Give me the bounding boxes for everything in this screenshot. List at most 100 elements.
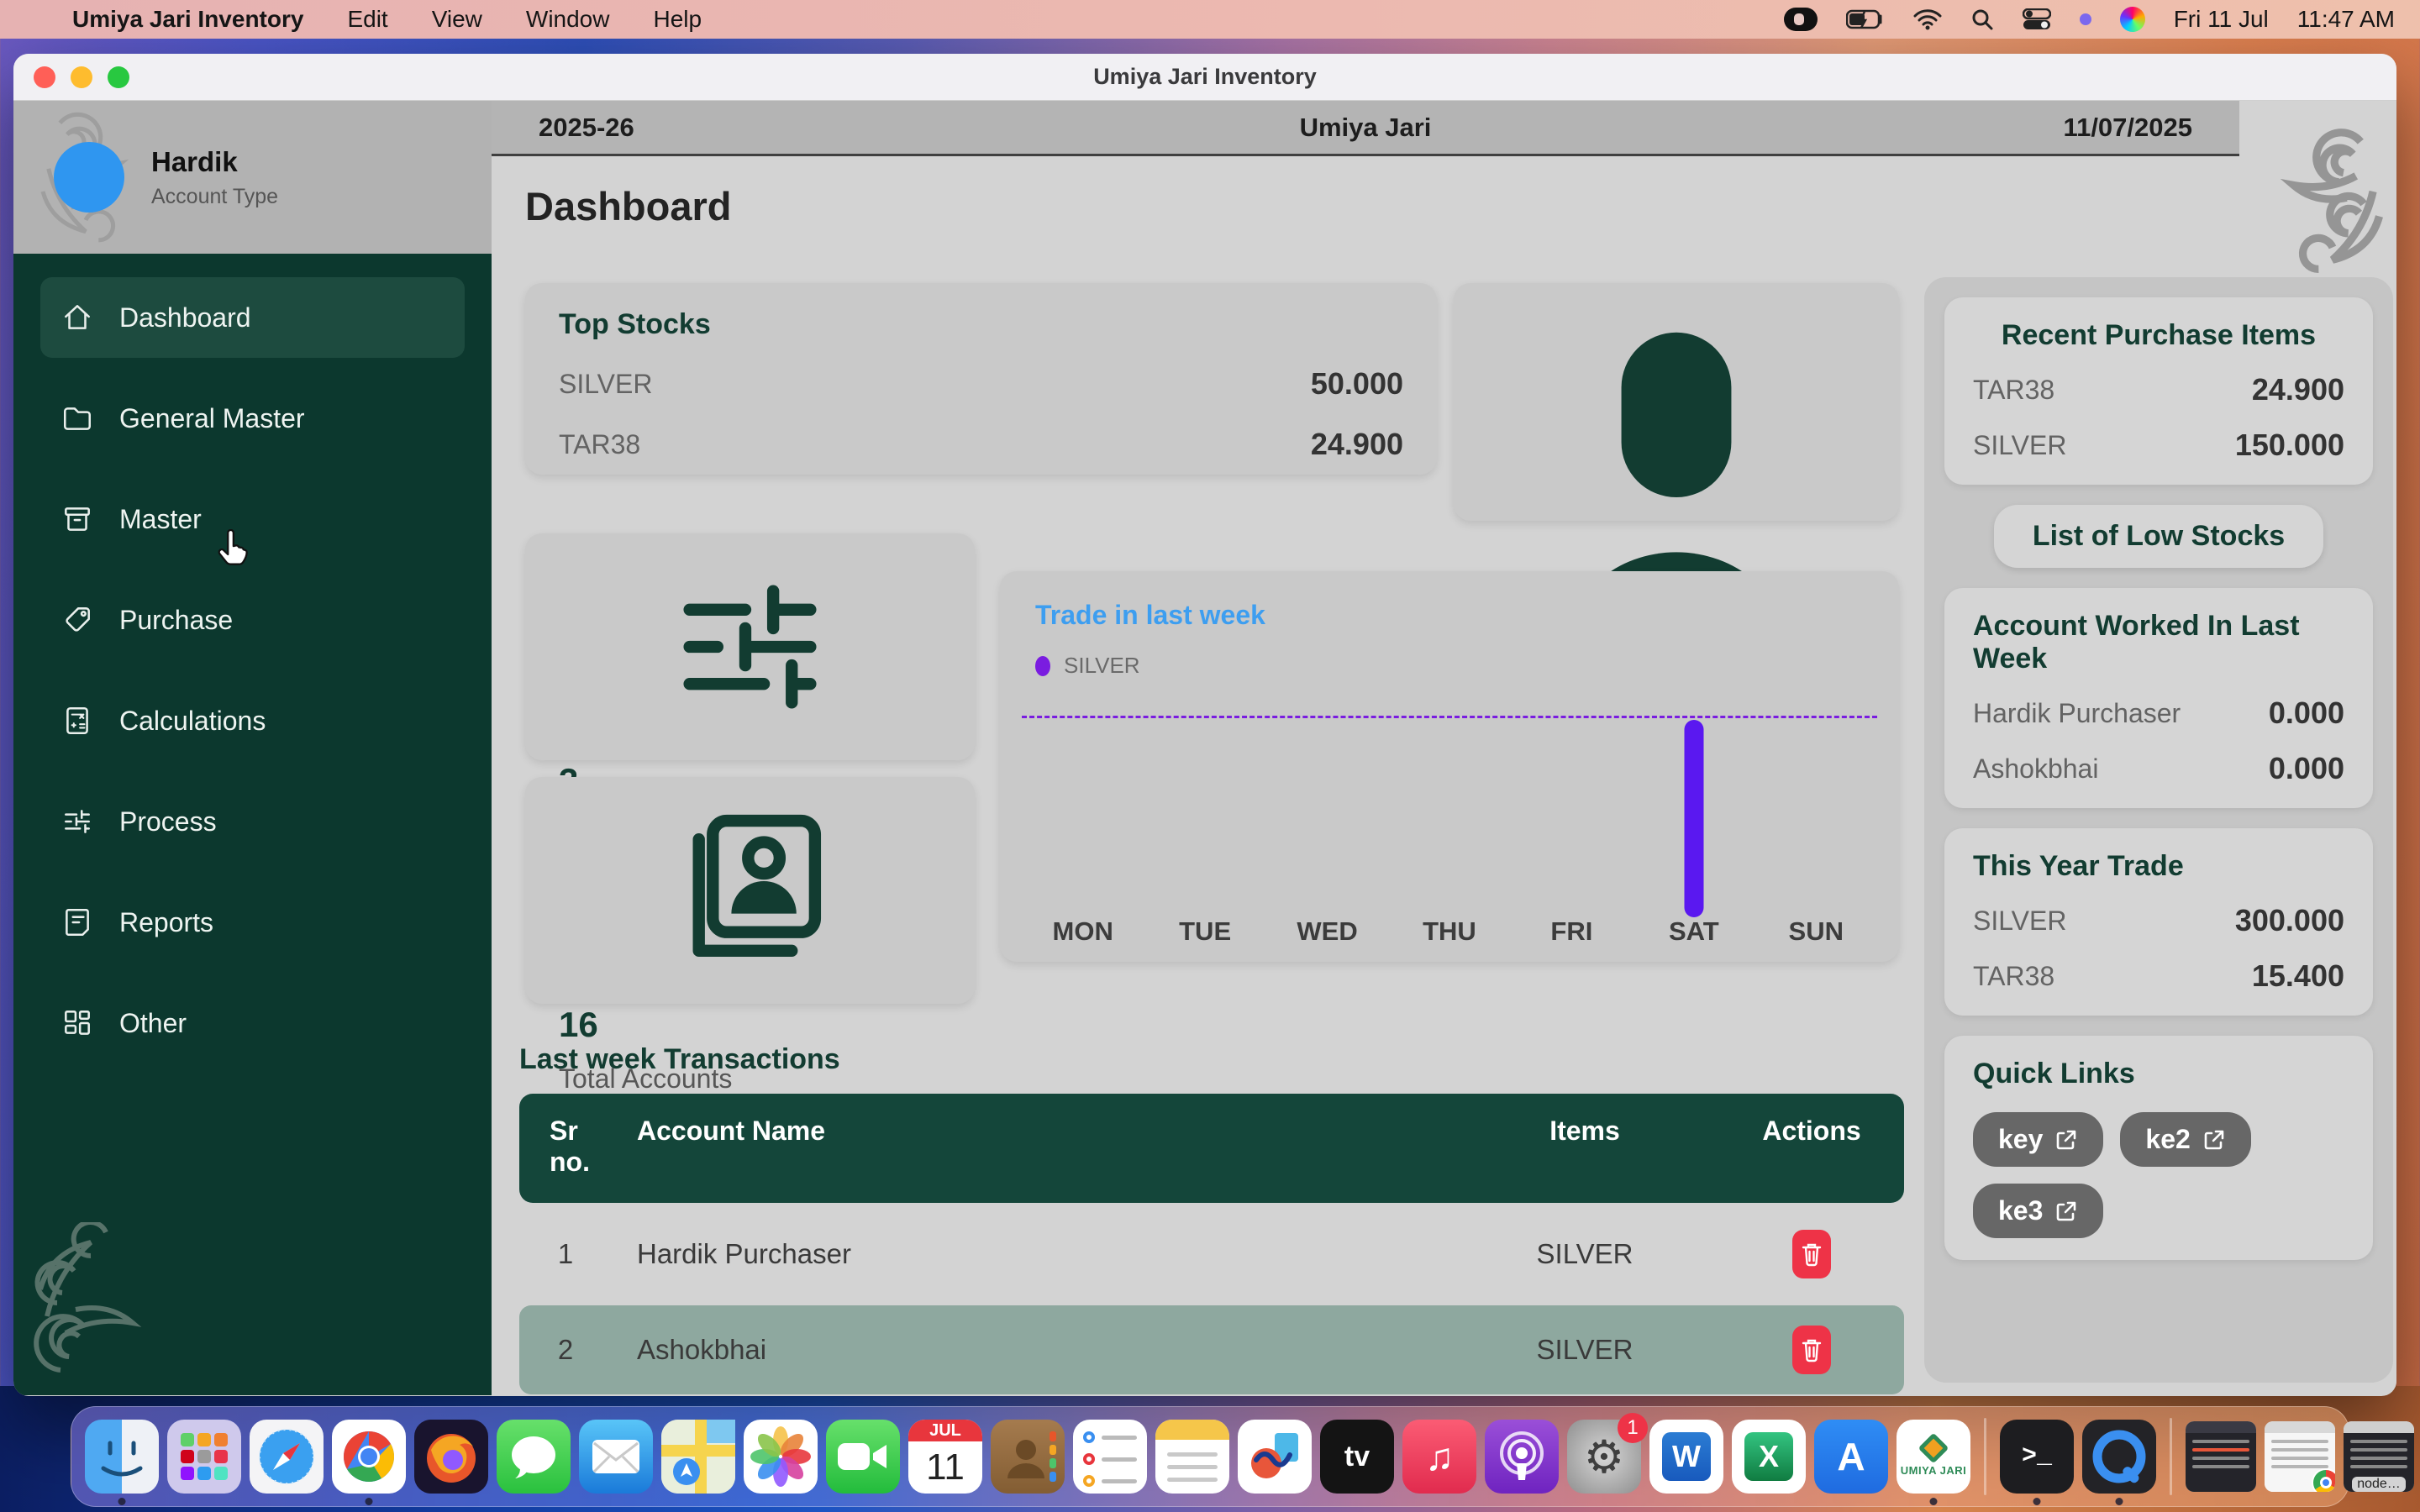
recent-purchase-card: Recent Purchase Items TAR3824.900 SILVER… bbox=[1944, 297, 2373, 485]
dock-photos-icon[interactable] bbox=[744, 1420, 818, 1494]
quick-links-card: Quick Links key ke2 ke3 bbox=[1944, 1036, 2373, 1260]
dock-firefox-icon[interactable] bbox=[414, 1420, 488, 1494]
sidebar-item-process[interactable]: Process bbox=[40, 781, 465, 862]
stock-value: 24.900 bbox=[1311, 427, 1403, 462]
close-window-button[interactable] bbox=[34, 66, 55, 88]
dock-facetime-icon[interactable] bbox=[826, 1420, 900, 1494]
quick-link-label: key bbox=[1998, 1124, 2043, 1155]
control-center-icon[interactable] bbox=[2023, 8, 2051, 30]
dock-quicktime-icon[interactable] bbox=[2082, 1420, 2156, 1494]
dock-freeform-icon[interactable] bbox=[1238, 1420, 1312, 1494]
dock-word-icon[interactable]: W bbox=[1649, 1420, 1723, 1494]
decorative-flourish bbox=[24, 1222, 192, 1390]
spotlight-search-icon[interactable] bbox=[1970, 8, 1994, 31]
external-link-icon bbox=[2054, 1200, 2078, 1223]
external-link-icon bbox=[2202, 1128, 2226, 1152]
dock-appstore-icon[interactable]: A bbox=[1814, 1420, 1888, 1494]
dock-mail-icon[interactable] bbox=[579, 1420, 653, 1494]
sidebar-item-general-master[interactable]: General Master bbox=[40, 378, 465, 459]
trade-label: SILVER bbox=[1973, 906, 2066, 937]
menu-item-view[interactable]: View bbox=[432, 6, 482, 33]
stock-value: 50.000 bbox=[1311, 366, 1403, 402]
menu-item-help[interactable]: Help bbox=[653, 6, 702, 33]
sidebar-item-calculations[interactable]: Calculations bbox=[40, 680, 465, 761]
right-panel: Recent Purchase Items TAR3824.900 SILVER… bbox=[1924, 277, 2393, 1383]
dock-settings-icon[interactable]: ⚙ 1 bbox=[1567, 1420, 1641, 1494]
siri-icon[interactable] bbox=[2120, 7, 2145, 32]
folder-icon bbox=[60, 402, 94, 435]
wifi-icon[interactable] bbox=[1913, 8, 1942, 30]
menu-app-name[interactable]: Umiya Jari Inventory bbox=[72, 6, 303, 33]
column-header-account: Account Name bbox=[612, 1116, 1450, 1147]
zoom-window-button[interactable] bbox=[108, 66, 129, 88]
dock-separator bbox=[2170, 1418, 2172, 1495]
legend-dot-icon bbox=[1035, 656, 1050, 676]
minimized-window-screenshot[interactable] bbox=[2186, 1421, 2256, 1492]
chart-legend: SILVER bbox=[1035, 653, 1864, 679]
trade-value: 15.400 bbox=[2252, 958, 2344, 994]
menu-clock-time[interactable]: 11:47 AM bbox=[2297, 6, 2395, 33]
cell-sr: 2 bbox=[519, 1334, 612, 1366]
chart-day-label: WED bbox=[1266, 916, 1388, 947]
cell-items: SILVER bbox=[1450, 1238, 1719, 1270]
delete-row-button[interactable] bbox=[1792, 1326, 1831, 1374]
dock-chrome-icon[interactable] bbox=[332, 1420, 406, 1494]
dock-finder-icon[interactable] bbox=[85, 1420, 159, 1494]
quick-link-label: ke2 bbox=[2145, 1124, 2190, 1155]
dock-umiya-jari-icon[interactable]: UMIYA JARI bbox=[1897, 1420, 1970, 1494]
menu-item-window[interactable]: Window bbox=[526, 6, 610, 33]
stock-label: SILVER bbox=[559, 369, 652, 400]
minimize-window-button[interactable] bbox=[71, 66, 92, 88]
window-titlebar[interactable]: Umiya Jari Inventory bbox=[13, 54, 2396, 101]
sidebar-item-purchase[interactable]: Purchase bbox=[40, 580, 465, 660]
table-row: 1 Hardik Purchaser SILVER bbox=[519, 1210, 1904, 1299]
low-stocks-button[interactable]: List of Low Stocks bbox=[1994, 505, 2323, 568]
dock-reminders-icon[interactable] bbox=[1073, 1420, 1147, 1494]
chart-day-label: FRI bbox=[1511, 916, 1633, 947]
sliders-icon bbox=[60, 805, 94, 838]
quick-link-key[interactable]: key bbox=[1973, 1112, 2103, 1167]
dock-maps-icon[interactable] bbox=[661, 1420, 735, 1494]
transactions-table: Sr no. Account Name Items Actions 1 Hard… bbox=[519, 1094, 1904, 1394]
calculator-icon bbox=[60, 704, 94, 738]
avatar[interactable] bbox=[54, 142, 124, 213]
dock-contacts-icon[interactable] bbox=[991, 1420, 1065, 1494]
minimized-window-node[interactable]: node… bbox=[2344, 1421, 2414, 1492]
dock-notes-icon[interactable] bbox=[1155, 1420, 1229, 1494]
header-strip: 2025-26 Umiya Jari 11/07/2025 bbox=[492, 101, 2239, 156]
calendar-month: JUL bbox=[908, 1420, 982, 1441]
menu-item-edit[interactable]: Edit bbox=[347, 6, 387, 33]
sidebar-item-other[interactable]: Other bbox=[40, 983, 465, 1063]
word-letter: W bbox=[1662, 1432, 1711, 1481]
sidebar-item-reports[interactable]: Reports bbox=[40, 882, 465, 963]
quick-link-ke2[interactable]: ke2 bbox=[2120, 1112, 2250, 1167]
column-header-items: Items bbox=[1450, 1116, 1719, 1147]
dock-calendar-icon[interactable]: JUL 11 bbox=[908, 1420, 982, 1494]
stock-label: TAR38 bbox=[559, 429, 640, 460]
dock-podcasts-icon[interactable] bbox=[1485, 1420, 1559, 1494]
screen-record-indicator-icon[interactable] bbox=[1784, 8, 1818, 31]
battery-icon[interactable] bbox=[1846, 8, 1885, 30]
page-title: Dashboard bbox=[525, 183, 732, 229]
menu-clock-date[interactable]: Fri 11 Jul bbox=[2174, 6, 2269, 33]
company-name: Umiya Jari bbox=[1300, 113, 1432, 143]
sidebar-item-label: Purchase bbox=[119, 605, 233, 636]
quick-link-ke3[interactable]: ke3 bbox=[1973, 1184, 2103, 1238]
sidebar-item-label: General Master bbox=[119, 403, 305, 434]
dock-messages-icon[interactable] bbox=[497, 1420, 571, 1494]
dock-excel-icon[interactable]: X bbox=[1732, 1420, 1806, 1494]
trade-value: 300.000 bbox=[2235, 903, 2344, 938]
dock-safari-icon[interactable] bbox=[250, 1420, 324, 1494]
dock-appletv-icon[interactable]: tv bbox=[1320, 1420, 1394, 1494]
card-title: Account Worked In Last Week bbox=[1973, 610, 2344, 675]
dock-terminal-icon[interactable]: >_ bbox=[2000, 1420, 2074, 1494]
cell-items: SILVER bbox=[1450, 1334, 1719, 1366]
dock-music-icon[interactable]: ♫ bbox=[1402, 1420, 1476, 1494]
dock-launchpad-icon[interactable] bbox=[167, 1420, 241, 1494]
archive-box-icon bbox=[60, 502, 94, 536]
delete-row-button[interactable] bbox=[1792, 1230, 1831, 1278]
sidebar-item-master[interactable]: Master bbox=[40, 479, 465, 559]
minimized-window-chrome[interactable] bbox=[2265, 1421, 2335, 1492]
sidebar-item-dashboard[interactable]: Dashboard bbox=[40, 277, 465, 358]
chart-day-label: TUE bbox=[1144, 916, 1265, 947]
